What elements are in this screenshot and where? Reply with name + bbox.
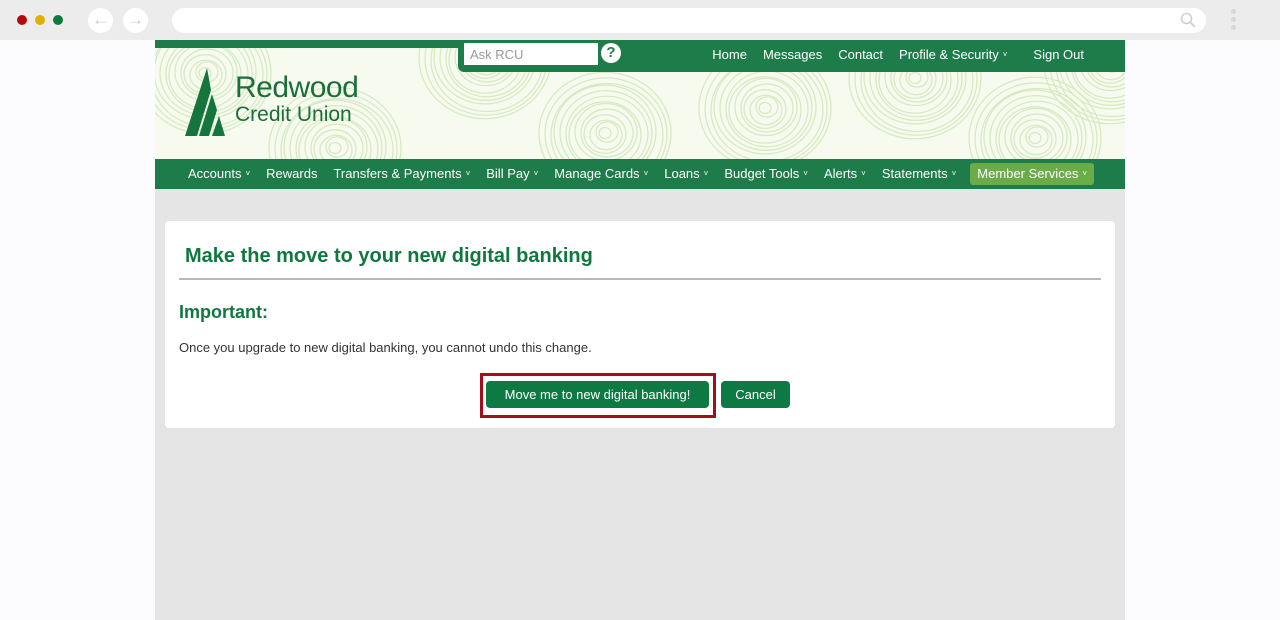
- nav-item-member-services[interactable]: Member Services ˅: [970, 163, 1095, 185]
- wood-ring: [319, 134, 353, 159]
- logo-name: Redwood: [235, 71, 359, 104]
- chevron-down-icon: ˅: [643, 169, 649, 178]
- important-heading: Important:: [179, 302, 268, 322]
- chevron-down-icon: ˅: [951, 169, 957, 178]
- nav-item-statements[interactable]: Statements ˅: [874, 163, 964, 185]
- utility-link-messages[interactable]: Messages: [763, 47, 822, 62]
- nav-item-transfers-payments[interactable]: Transfers & Payments ˅: [325, 163, 478, 185]
- utility-link-home[interactable]: Home: [712, 47, 747, 62]
- kebab-menu-icon[interactable]: [1231, 9, 1237, 33]
- wood-ring: [598, 126, 612, 140]
- chevron-down-icon: ˅: [1082, 169, 1088, 178]
- page: Redwood Credit Union ? Home Messages Con…: [155, 40, 1125, 620]
- forward-arrow-icon[interactable]: →: [123, 8, 148, 33]
- nav-label: Bill Pay: [486, 166, 530, 181]
- chevron-down-icon: ˅: [803, 169, 808, 178]
- utility-links: Home Messages Contact Profile & Security…: [696, 40, 1084, 69]
- chevron-down-icon: ˅: [703, 169, 709, 178]
- nav-label: Transfers & Payments: [333, 166, 462, 181]
- nav-item-budget-tools[interactable]: Budget Tools ˅: [716, 163, 816, 185]
- address-bar[interactable]: [172, 8, 1206, 33]
- nav-item-loans[interactable]: Loans ˅: [656, 163, 716, 185]
- back-arrow-icon[interactable]: ←: [88, 8, 113, 33]
- link-label: Sign Out: [1033, 47, 1084, 62]
- chevron-down-icon: ˅: [465, 169, 471, 178]
- link-label: Contact: [838, 47, 884, 62]
- chevron-down-icon: ˅: [533, 169, 539, 178]
- page-title: Make the move to your new digital bankin…: [185, 245, 593, 267]
- utility-link-profile-security[interactable]: Profile & Security ˅: [899, 47, 1007, 62]
- browser-chrome: ← →: [0, 0, 1280, 40]
- maximize-window-dot[interactable]: [53, 15, 63, 25]
- link-label: Messages: [762, 47, 823, 62]
- ask-rcu-search-input[interactable]: [464, 43, 598, 65]
- nav-label: Alerts: [823, 166, 858, 181]
- cancel-button[interactable]: Cancel: [721, 381, 790, 408]
- nav-label: Loans: [664, 166, 700, 181]
- minimize-window-dot[interactable]: [35, 15, 45, 25]
- nav-label: Budget Tools: [724, 166, 800, 181]
- nav-label: Statements: [881, 166, 948, 181]
- upgrade-notice: Once you upgrade to new digital banking,…: [179, 340, 592, 355]
- redwood-logo[interactable]: Redwood Credit Union: [185, 68, 375, 138]
- header-banner: Redwood Credit Union ? Home Messages Con…: [155, 40, 1125, 159]
- chevron-down-icon: ˅: [245, 169, 251, 178]
- nav-label: Manage Cards: [554, 166, 640, 181]
- close-window-dot[interactable]: [17, 15, 27, 25]
- wood-ring: [908, 71, 922, 85]
- nav-item-rewards[interactable]: Rewards: [258, 163, 325, 185]
- chevron-down-icon: ˅: [861, 169, 866, 178]
- link-label: Home: [712, 47, 747, 62]
- tree-logo-icon: [185, 68, 225, 136]
- wood-ring: [758, 101, 772, 115]
- link-label: Profile & Security: [899, 47, 999, 62]
- utility-bar: ? Home Messages Contact Profile & Securi…: [458, 40, 1125, 72]
- main-nav: Accounts ˅ Rewards Transfers & Payments ˅ …: [155, 159, 1125, 189]
- wood-ring: [710, 57, 824, 159]
- logo-subtitle: Credit Union: [235, 103, 352, 126]
- wood-ring: [328, 141, 342, 155]
- chevron-down-icon: ˅: [1002, 50, 1008, 59]
- nav-item-alerts[interactable]: Alerts ˅: [816, 163, 874, 185]
- utility-link-sign-out[interactable]: Sign Out: [1033, 47, 1084, 62]
- nav-item-accounts[interactable]: Accounts ˅: [180, 163, 258, 185]
- nav-item-manage-cards[interactable]: Manage Cards ˅: [546, 163, 656, 185]
- nav-label: Rewards: [266, 166, 318, 181]
- nav-label: Accounts: [188, 166, 242, 181]
- nav-label: Member Services: [977, 166, 1079, 181]
- utility-link-contact[interactable]: Contact: [838, 47, 883, 62]
- upgrade-card: Make the move to your new digital bankin…: [165, 221, 1115, 428]
- title-divider: [179, 278, 1101, 280]
- wood-ring: [1028, 131, 1042, 145]
- move-to-new-digital-banking-button[interactable]: Move me to new digital banking!: [486, 381, 709, 408]
- wood-ring: [728, 76, 802, 144]
- help-icon[interactable]: ?: [601, 43, 621, 63]
- nav-item-bill-pay[interactable]: Bill Pay ˅: [478, 163, 546, 185]
- search-icon[interactable]: [1180, 12, 1196, 28]
